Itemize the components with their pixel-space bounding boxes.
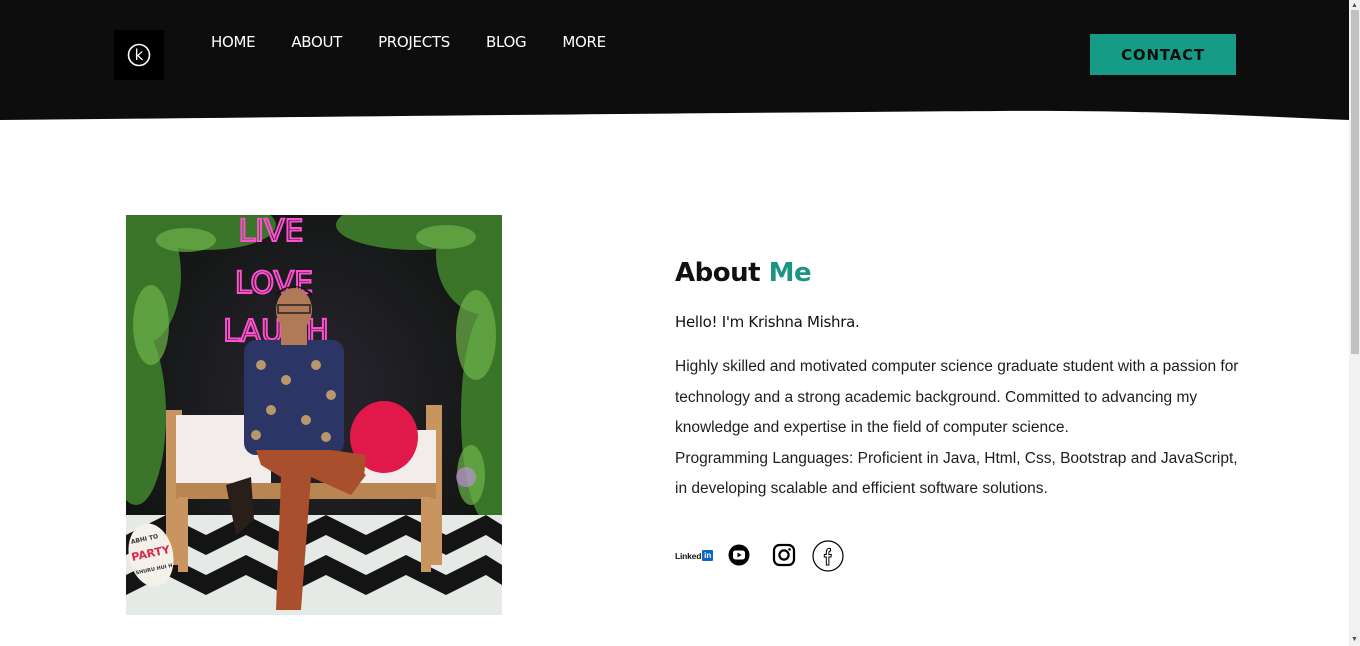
about-title-main: About xyxy=(675,258,761,288)
contact-button[interactable]: CONTACT xyxy=(1090,34,1236,75)
bio-paragraph: Highly skilled and motivated computer sc… xyxy=(675,358,1239,436)
instagram-icon[interactable] xyxy=(772,543,796,567)
nav-home[interactable]: HOME xyxy=(211,33,256,51)
greeting-text: Hello! I'm Krishna Mishra. xyxy=(675,313,860,331)
scroll-down-icon[interactable]: ▼ xyxy=(1351,636,1358,644)
youtube-icon[interactable] xyxy=(728,544,750,566)
scrollbar-thumb[interactable] xyxy=(1351,10,1359,354)
nav-projects[interactable]: PROJECTS xyxy=(378,33,450,51)
nav-about[interactable]: ABOUT xyxy=(291,33,342,51)
linkedin-icon[interactable]: Linked in xyxy=(675,550,714,561)
nav-more[interactable]: MORE xyxy=(562,33,606,51)
profile-photo: LIVE LOVE LAUGH ABHI TO PARTY SHURU HUI … xyxy=(126,215,502,615)
bio-text: Highly skilled and motivated computer sc… xyxy=(675,352,1245,505)
site-logo[interactable]: k xyxy=(114,30,164,80)
about-title: About Me xyxy=(675,258,812,288)
page-scrollbar[interactable]: ▲ ▼ xyxy=(1349,0,1360,646)
main-nav: HOME ABOUT PROJECTS BLOG MORE xyxy=(211,33,642,51)
svg-text:LIVE: LIVE xyxy=(238,215,303,249)
site-header: k HOME ABOUT PROJECTS BLOG MORE CONTACT xyxy=(0,0,1349,120)
logo-k-icon: k xyxy=(127,43,151,67)
about-title-accent: Me xyxy=(768,258,812,288)
facebook-icon[interactable] xyxy=(812,540,844,572)
svg-text:k: k xyxy=(135,46,144,64)
linkedin-wordmark: Linked xyxy=(675,550,702,561)
bio-languages: Programming Languages: Proficient in Jav… xyxy=(675,449,1238,498)
linkedin-badge: in xyxy=(702,550,714,561)
scroll-up-icon[interactable]: ▲ xyxy=(1351,2,1358,10)
header-wave-divider xyxy=(0,106,1349,122)
nav-blog[interactable]: BLOG xyxy=(486,33,527,51)
